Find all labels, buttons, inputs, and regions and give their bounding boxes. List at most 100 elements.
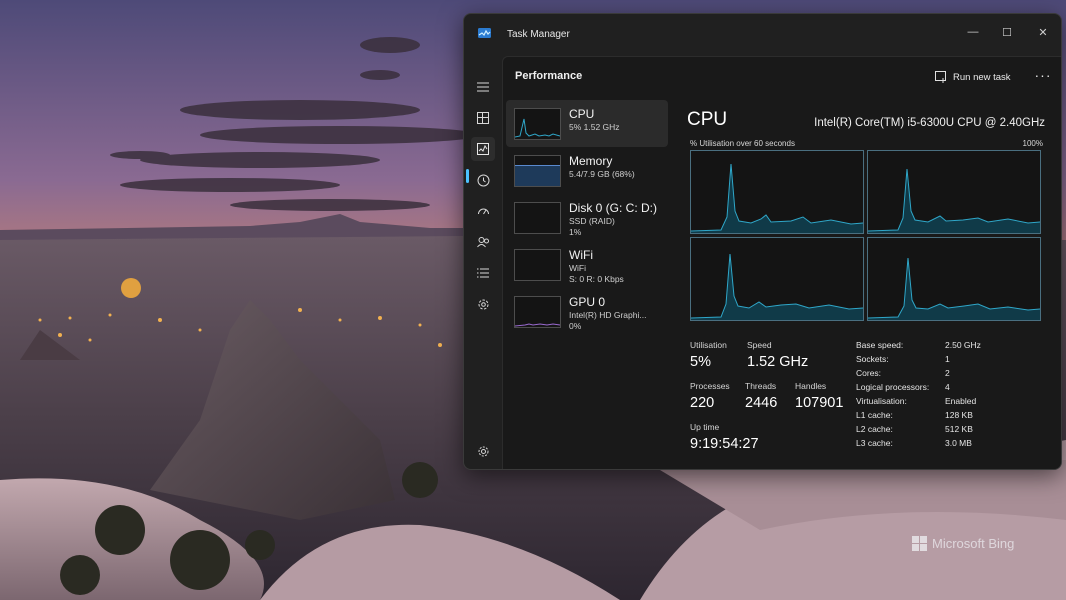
active-nav-indicator [466,169,469,183]
nav-performance[interactable] [471,137,495,161]
hamburger-menu-button[interactable] [471,75,495,99]
spec-row: L2 cache: 512 KB [856,424,1056,438]
maximize-button[interactable]: ☐ [992,20,1022,44]
details-icon [477,268,489,278]
cpu-graph-logical-1 [867,150,1041,234]
spec-row: Base speed: 2.50 GHz [856,340,1056,354]
cpu-graph-logical-2 [690,237,864,321]
run-task-icon [935,71,946,83]
close-icon: ✕ [1038,26,1048,39]
resource-detail: 5.4/7.9 GB (68%) [569,169,635,179]
spec-row: Cores: 2 [856,368,1056,382]
page-title: Performance [515,70,583,82]
spec-key: Logical processors: [856,382,930,392]
threads-value: 2446 [745,395,778,411]
task-manager-window: Task Manager — ☐ ✕ Performance Run new t… [463,13,1062,470]
minimize-icon: — [967,26,979,38]
spec-key: Virtualisation: [856,396,907,406]
startup-apps-icon [477,208,489,215]
spec-value: 512 KB [945,424,973,434]
cpu-model-name: Intel(R) Core(TM) i5-6300U CPU @ 2.40GHz [814,117,1045,129]
spec-key: Sockets: [856,354,889,364]
nav-services[interactable] [471,292,495,316]
resource-name: CPU [569,107,595,121]
services-icon [478,299,488,309]
spec-key: L2 cache: [856,424,893,434]
spec-value: 2.50 GHz [945,340,981,350]
handles-value: 107901 [795,395,844,411]
spec-value: Enabled [945,396,977,406]
spec-value: 2 [945,368,950,378]
handles-label: Handles [795,381,827,391]
processes-label: Processes [690,381,730,391]
bing-watermark: Microsoft Bing [912,536,1014,551]
spec-row: Virtualisation: Enabled [856,396,1056,410]
nav-settings[interactable] [471,439,495,463]
spec-value: 4 [945,382,950,392]
resource-detail: Intel(R) HD Graphi... [569,310,647,320]
more-icon: ··· [1034,67,1052,83]
settings-icon [478,446,488,456]
nav-processes[interactable] [471,106,495,130]
resource-detail: SSD (RAID) [569,216,615,226]
resource-item-cpu[interactable]: CPU 5% 1.52 GHz [506,100,668,147]
spec-value: 3.0 MB [945,438,972,448]
resource-detail: WiFi [569,263,586,273]
cpu-graph-logical-3 [867,237,1041,321]
wifi-thumbnail-graph [514,249,561,281]
resource-detail-2: S: 0 R: 0 Kbps [569,274,624,284]
close-button[interactable]: ✕ [1028,20,1058,44]
gpu-thumbnail-graph [514,296,561,328]
spec-key: Base speed: [856,340,904,350]
microsoft-logo-icon [912,536,927,551]
hamburger-icon [477,82,489,92]
run-new-task-button[interactable]: Run new task [935,67,1011,87]
utilisation-graph-max: 100% [1022,139,1043,148]
spec-key: L3 cache: [856,438,893,448]
resource-name: WiFi [569,248,593,262]
spec-value: 1 [945,354,950,364]
spec-key: Cores: [856,368,882,378]
spec-key: L1 cache: [856,410,893,420]
utilisation-value: 5% [690,354,711,370]
speed-label: Speed [747,340,772,350]
resource-detail: 5% 1.52 GHz [569,122,620,132]
resource-detail-2: 0% [569,321,582,331]
more-options-button[interactable]: ··· [1033,67,1053,87]
resource-detail-2: 1% [569,227,582,237]
spec-row: L1 cache: 128 KB [856,410,1056,424]
performance-pane: Performance Run new task ··· CPU 5% 1.52… [502,56,1061,469]
cpu-heading: CPU [687,109,728,130]
performance-icon [477,143,489,155]
users-icon [476,237,489,248]
maximize-icon: ☐ [1002,26,1012,39]
memory-thumbnail-graph [514,155,561,187]
minimize-button[interactable]: — [958,20,988,44]
nav-app-history[interactable] [471,168,495,192]
nav-users[interactable] [471,230,495,254]
uptime-value: 9:19:54:27 [690,436,759,452]
cpu-thumbnail-graph [514,108,561,140]
spec-value: 128 KB [945,410,973,420]
speed-value: 1.52 GHz [747,354,809,370]
resource-item-gpu[interactable]: GPU 0 Intel(R) HD Graphi... 0% [506,288,668,335]
nav-startup-apps[interactable] [471,199,495,223]
processes-icon [477,112,489,124]
resource-name: Memory [569,154,613,168]
threads-label: Threads [745,381,777,391]
resource-item-disk[interactable]: Disk 0 (G: C: D:) SSD (RAID) 1% [506,194,668,241]
resource-name: Disk 0 (G: C: D:) [569,201,658,215]
navigation-rail [464,56,502,469]
utilisation-graph-label: % Utilisation over 60 seconds [690,139,795,148]
title-bar[interactable]: Task Manager — ☐ ✕ [464,14,1061,56]
disk-thumbnail-graph [514,202,561,234]
nav-details[interactable] [471,261,495,285]
cpu-graphs [690,150,1044,322]
app-history-icon [477,174,489,186]
cpu-graph-logical-0 [690,150,864,234]
resource-item-wifi[interactable]: WiFi WiFi S: 0 R: 0 Kbps [506,241,668,288]
resource-item-memory[interactable]: Memory 5.4/7.9 GB (68%) [506,147,668,194]
window-title: Task Manager [507,29,570,40]
processes-value: 220 [690,395,715,411]
resource-name: GPU 0 [569,295,606,309]
